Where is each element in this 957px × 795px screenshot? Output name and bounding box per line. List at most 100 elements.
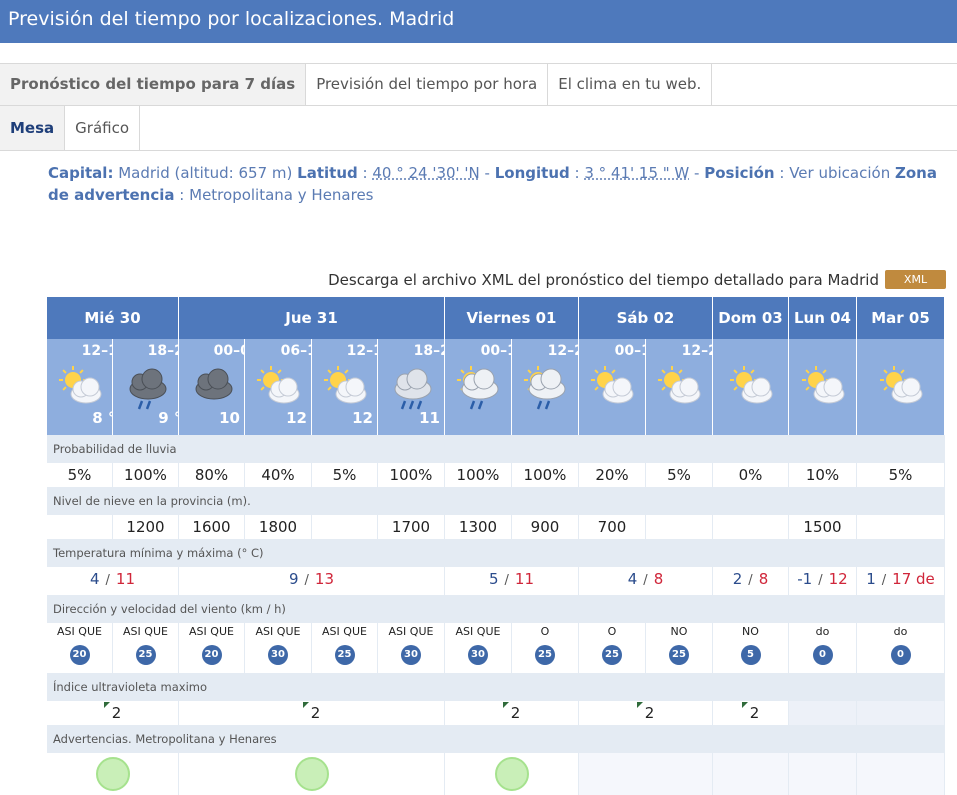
wind-cell: ASI QUE 20 — [179, 623, 245, 673]
wind-speed-badge: 25 — [535, 645, 555, 665]
uv-value: 2 — [644, 704, 655, 722]
wind-cell: O 25 — [579, 623, 646, 673]
period-cell: 18–24 h 11 ° C — [378, 339, 474, 435]
sun-cloud-icon — [56, 363, 104, 411]
wind-speed-badge: 25 — [669, 645, 689, 665]
min-temperature: 9 — [288, 570, 299, 588]
view-location-link[interactable]: Ver ubicación — [789, 164, 890, 182]
rain-probability: 10% — [789, 463, 857, 487]
snow-level: 1700 — [378, 515, 445, 539]
wind-direction: ASI QUE — [123, 625, 168, 638]
tab-chart[interactable]: Gráfico — [65, 106, 141, 150]
day-header: Dom 03 — [713, 297, 789, 339]
wind-cell: do 0 — [789, 623, 857, 673]
wind-cell: ASI QUE 25 — [113, 623, 179, 673]
xml-download-text: Descarga el archivo XML del pronóstico d… — [328, 271, 879, 289]
temp-range: 1 / 17 de — [857, 567, 945, 595]
day-header: Mar 05 — [857, 297, 945, 339]
tab-widget[interactable]: El clima en tu web. — [548, 64, 713, 105]
min-temperature: 2 — [732, 570, 743, 588]
latitude-value: 40 ° 24 '30' 'N — [372, 164, 480, 182]
tab-table[interactable]: Mesa — [0, 106, 66, 150]
uv-flag-icon — [302, 702, 309, 708]
warning-empty — [713, 753, 789, 795]
day-header: Viernes 01 — [445, 297, 579, 339]
wind-cell: ASI QUE 25 — [312, 623, 378, 673]
temp-separator: / — [748, 573, 753, 588]
uv-empty — [789, 701, 857, 725]
rain-probability-label: Probabilidad de lluvia — [47, 435, 945, 463]
wind-direction: ASI QUE — [57, 625, 102, 638]
uv-index: 2 — [47, 701, 179, 725]
sun-cloud-icon — [321, 363, 369, 411]
period-cell: 12–24 h — [512, 339, 608, 435]
wind-speed-badge: 25 — [334, 645, 355, 665]
warning-empty — [789, 753, 857, 795]
temp-separator: / — [881, 573, 887, 588]
uv-value: 2 — [111, 704, 122, 722]
uv-value: 2 — [510, 704, 521, 722]
wind-cell: ASI QUE 20 — [47, 623, 113, 673]
main-tabs: Pronóstico del tiempo para 7 días Previs… — [0, 63, 957, 106]
snow-level: 700 — [579, 515, 646, 539]
wind-cell: do 0 — [857, 623, 945, 673]
wind-direction: ASI QUE — [255, 625, 301, 638]
wind-direction: NO — [742, 625, 759, 638]
uv-value: 2 — [749, 704, 760, 722]
tab-hourly[interactable]: Previsión del tiempo por hora — [306, 64, 549, 105]
warning-green-icon[interactable] — [95, 757, 130, 791]
wind-direction: ASI QUE — [322, 625, 367, 638]
wind-direction: ASI QUE — [455, 625, 501, 638]
min-temperature: 5 — [488, 570, 499, 588]
snow-level: 1200 — [113, 515, 179, 539]
uv-flag-icon — [502, 702, 509, 708]
wind-direction: ASI QUE — [189, 625, 234, 638]
period-cell — [857, 339, 945, 435]
sun-rain-icon — [454, 363, 502, 411]
uv-flag-icon — [103, 702, 110, 708]
period-cell — [713, 339, 789, 435]
snow-level — [713, 515, 789, 539]
period-cell — [789, 339, 857, 435]
wind-cell: NO 5 — [713, 623, 789, 673]
rain-probability: 80% — [179, 463, 245, 487]
snow-level-label: Nivel de nieve en la provincia (m). — [47, 487, 945, 515]
rain-probability: 5% — [857, 463, 945, 487]
tab-7-days[interactable]: Pronóstico del tiempo para 7 días — [0, 64, 307, 105]
longitude-label: Longitud — [494, 164, 570, 182]
temp-range: 2 / 8 — [713, 567, 789, 595]
rain-cloud-icon — [387, 363, 435, 411]
wind-direction: do — [815, 625, 830, 638]
longitude-value: 3 ° 41' 15 " W — [584, 164, 690, 182]
period-cell: 06–12 h 12 ° C — [245, 339, 341, 435]
uv-index: 2 — [713, 701, 789, 725]
warning-green-icon[interactable] — [494, 757, 529, 791]
snow-level: 1300 — [445, 515, 512, 539]
sun-cloud-icon — [254, 363, 302, 411]
warning-cell — [47, 753, 179, 795]
min-temperature: 1 — [866, 570, 876, 588]
min-temperature: -1 — [797, 570, 813, 588]
xml-button[interactable]: XML — [885, 270, 946, 289]
temp-range: 4 / 8 — [579, 567, 713, 595]
rain-probability: 100% — [378, 463, 445, 487]
xml-download: Descarga el archivo XML del pronóstico d… — [0, 270, 946, 289]
wind-speed-badge: 5 — [740, 645, 761, 665]
max-temperature: 8 — [653, 570, 664, 588]
location-info: Capital: Madrid (altitud: 657 m) Latitud… — [48, 164, 937, 204]
rain-probability: 100% — [113, 463, 179, 487]
temp-range: 4 / 11 — [47, 567, 179, 595]
warning-empty — [857, 753, 945, 795]
warning-green-icon[interactable] — [294, 757, 329, 791]
temp-separator: / — [643, 573, 648, 588]
wind-direction: ASI QUE — [388, 625, 434, 638]
wind-cell: ASI QUE 30 — [245, 623, 312, 673]
wind-speed-badge: 0 — [890, 645, 911, 665]
rain-probability: 0% — [713, 463, 789, 487]
snow-level: 1600 — [179, 515, 245, 539]
sun-cloud-icon — [655, 363, 703, 411]
period-cell: 00–06 h 10 ° C — [179, 339, 274, 435]
min-temperature: 4 — [627, 570, 638, 588]
capital-value: Madrid (altitud: 657 m) — [118, 164, 293, 182]
period-cell: 00–12 h — [579, 339, 675, 435]
